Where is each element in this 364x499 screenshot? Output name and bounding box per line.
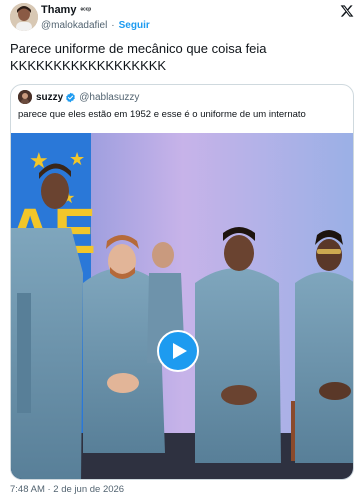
verified-badge-icon bbox=[66, 92, 76, 102]
video-thumbnail[interactable]: AE ★ ★ ★ bbox=[11, 133, 353, 479]
quoted-name[interactable]: suzzy bbox=[36, 92, 63, 103]
follow-button[interactable]: Seguir bbox=[119, 18, 150, 33]
author-names: Thamy ᵉᶜᶜᵖ @malokadafiel · Seguir bbox=[41, 3, 150, 33]
tweet-header: Thamy ᵉᶜᶜᵖ @malokadafiel · Seguir bbox=[10, 2, 354, 32]
author-name-emoji: ᵉᶜᶜᵖ bbox=[80, 7, 92, 14]
author-name[interactable]: Thamy bbox=[41, 3, 76, 18]
avatar-image bbox=[10, 3, 38, 31]
tweet-timestamp[interactable]: 7:48 AM · 2 de jun de 2026 bbox=[10, 484, 124, 495]
quoted-tweet[interactable]: suzzy @hablasuzzy parece que eles estão … bbox=[10, 84, 354, 480]
play-button[interactable] bbox=[157, 330, 199, 372]
quoted-header: suzzy @hablasuzzy bbox=[18, 90, 139, 104]
separator-dot: · bbox=[111, 20, 115, 31]
svg-text:★: ★ bbox=[69, 149, 85, 169]
quoted-handle[interactable]: @hablasuzzy bbox=[79, 92, 139, 103]
video-frame-image: AE ★ ★ ★ bbox=[11, 133, 353, 479]
author-handle[interactable]: @malokadafiel bbox=[41, 18, 107, 33]
tweet-text: Parece uniforme de mecânico que coisa fe… bbox=[10, 41, 267, 73]
quoted-avatar[interactable] bbox=[18, 90, 32, 104]
x-logo-icon[interactable] bbox=[340, 4, 354, 18]
author-avatar[interactable] bbox=[10, 3, 38, 31]
quoted-avatar-image bbox=[18, 90, 32, 104]
play-icon bbox=[173, 343, 187, 359]
quoted-text: parece que eles estão em 1952 e esse é o… bbox=[18, 109, 306, 120]
